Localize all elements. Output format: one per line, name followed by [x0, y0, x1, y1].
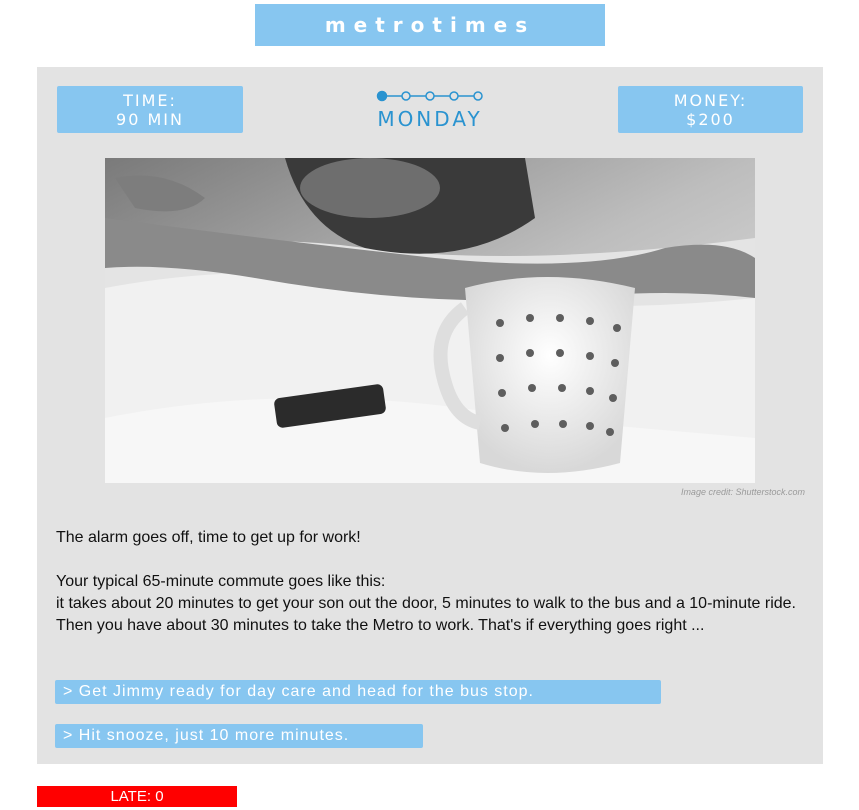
money-box: MONEY: $200 — [618, 86, 803, 133]
game-panel: TIME: 90 MIN MONDAY MONEY: $200 Image cr… — [37, 67, 823, 764]
story-line-3: it takes about 20 minutes to get your so… — [56, 595, 796, 634]
image-credit: Image credit: Shutterstock.com — [680, 487, 805, 497]
choice-hit-snooze-button[interactable]: > Hit snooze, just 10 more minutes. — [55, 724, 423, 748]
day-dot-5 — [473, 91, 483, 101]
time-value: 90 MIN — [116, 110, 184, 129]
story-line-2: Your typical 65-minute commute goes like… — [56, 573, 386, 590]
time-label: TIME: — [123, 91, 177, 110]
day-dot-4 — [449, 91, 459, 101]
story-line-1: The alarm goes off, time to get up for w… — [56, 529, 361, 546]
story-text: The alarm goes off, time to get up for w… — [56, 527, 796, 637]
metrotimes-logo: metrotimes — [255, 4, 605, 46]
choice-get-jimmy-ready-button[interactable]: > Get Jimmy ready for day care and head … — [55, 680, 661, 704]
time-remaining-box: TIME: 90 MIN — [57, 86, 243, 133]
day-dot-2 — [401, 91, 411, 101]
day-dot-1 — [376, 90, 388, 102]
money-value: $200 — [686, 110, 735, 129]
day-dot-3 — [425, 91, 435, 101]
day-name: MONDAY — [377, 107, 483, 131]
scene-photo — [105, 158, 755, 483]
day-progress-dots — [376, 90, 483, 102]
money-label: MONEY: — [673, 91, 748, 110]
day-indicator: MONDAY — [355, 89, 505, 131]
late-counter: LATE: 0 — [37, 786, 237, 807]
